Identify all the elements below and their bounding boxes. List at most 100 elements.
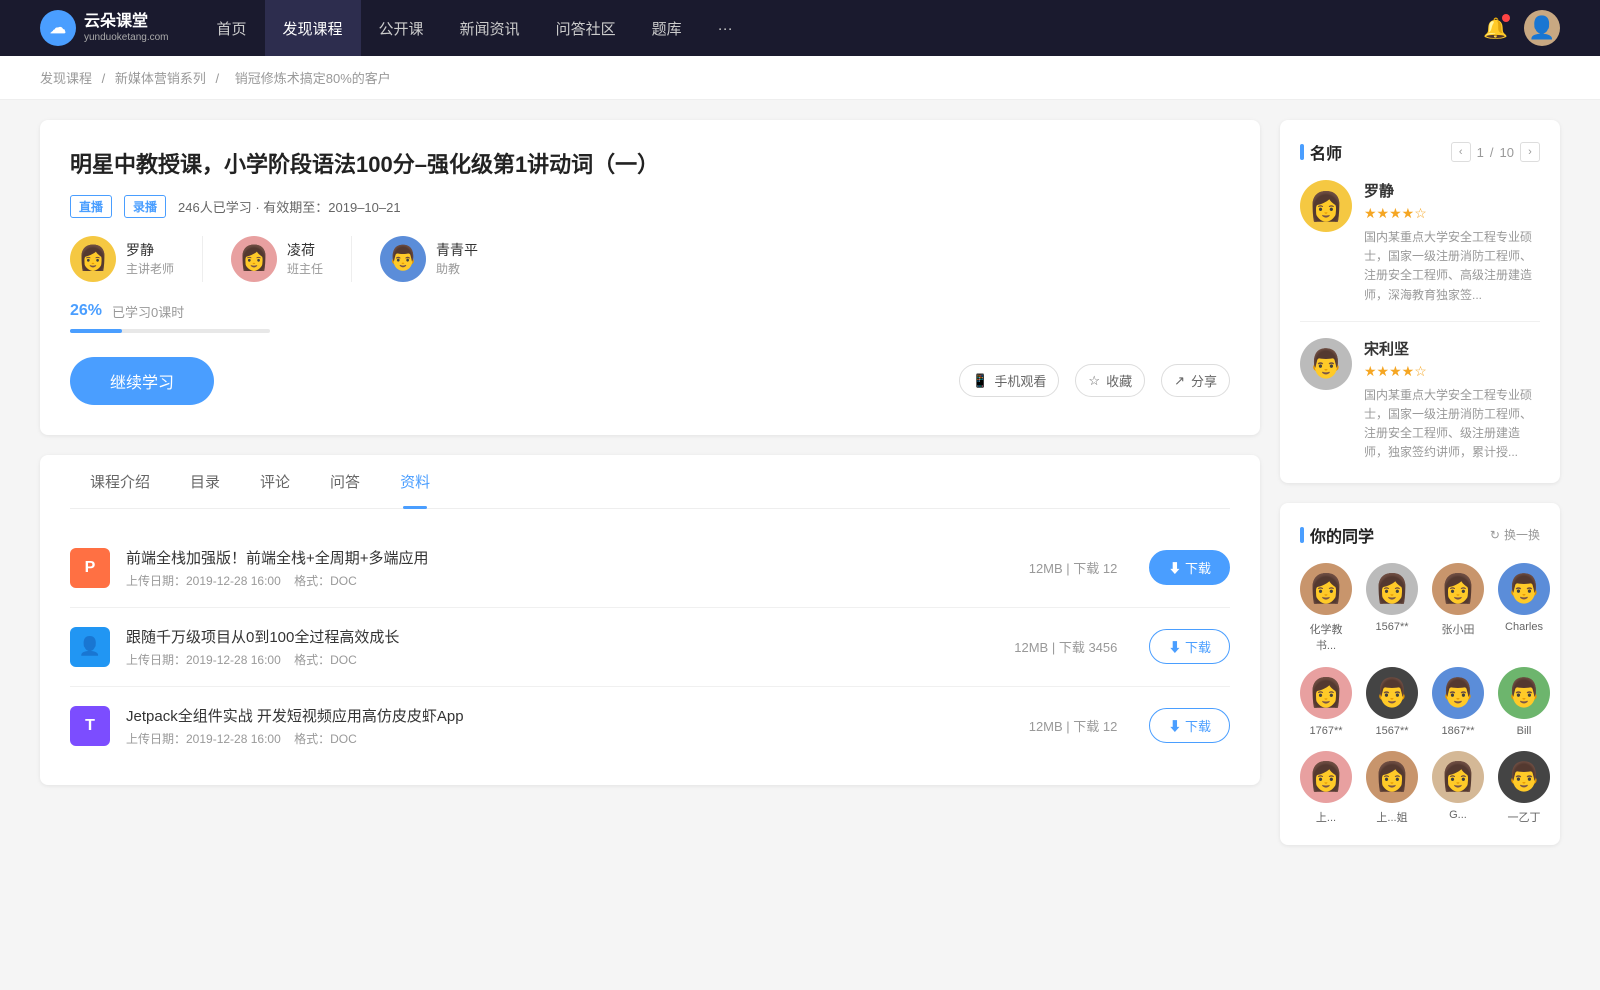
classmate-avatar-9: 👩	[1366, 751, 1418, 803]
sidebar: 名师 ‹ 1 / 10 › 👩 罗静 ★★★★☆ 国内某重点大学安全工程专业硕士…	[1280, 120, 1560, 865]
course-meta: 直播 录播 246人已学习 · 有效期至：2019–10–21	[70, 195, 1230, 218]
tab-comment[interactable]: 评论	[240, 455, 310, 508]
breadcrumb-discover[interactable]: 发现课程	[40, 71, 92, 86]
resource-icon-1: 👤	[70, 627, 110, 667]
tab-intro[interactable]: 课程介绍	[70, 455, 170, 508]
ts-avatar-0: 👩	[1300, 180, 1352, 232]
teacher-info-1: 凌荷 班主任	[287, 240, 323, 277]
star-icon: ☆	[1088, 373, 1100, 389]
download-button-1[interactable]: ⬇ 下载	[1149, 629, 1230, 664]
classmate-name-1: 1567**	[1375, 621, 1408, 633]
classmate-2[interactable]: 👩 张小田	[1432, 563, 1484, 653]
classmate-1[interactable]: 👩 1567**	[1366, 563, 1418, 653]
ts-info-0: 罗静 ★★★★☆ 国内某重点大学安全工程专业硕士，国家一级注册消防工程师、注册安…	[1364, 180, 1540, 305]
teacher-info-0: 罗静 主讲老师	[126, 240, 174, 277]
tab-catalog[interactable]: 目录	[170, 455, 240, 508]
classmate-10[interactable]: 👩 G...	[1432, 751, 1484, 825]
resource-info-1: 跟随千万级项目从0到100全过程高效成长 上传日期：2019-12-28 16:…	[126, 626, 998, 668]
download-button-0[interactable]: ⬇ 下载	[1149, 550, 1230, 585]
classmate-4[interactable]: 👩 1767**	[1300, 667, 1352, 737]
breadcrumb-current: 销冠修炼术搞定80%的客户	[235, 71, 391, 86]
classmate-3[interactable]: 👨 Charles	[1498, 563, 1550, 653]
resource-info-2: Jetpack全组件实战 开发短视频应用高仿皮皮虾App 上传日期：2019-1…	[126, 705, 1013, 747]
course-card: 明星中教授课，小学阶段语法100分–强化级第1讲动词（一） 直播 录播 246人…	[40, 120, 1260, 435]
refresh-classmates[interactable]: ↻ 换一换	[1490, 526, 1540, 543]
classmate-avatar-11: 👨	[1498, 751, 1550, 803]
share-button[interactable]: ↗ 分享	[1161, 364, 1230, 397]
mobile-watch-button[interactable]: 📱 手机观看	[959, 364, 1059, 397]
collect-button[interactable]: ☆ 收藏	[1075, 364, 1145, 397]
mobile-label: 手机观看	[994, 371, 1046, 390]
teacher-2: 👨 青青平 助教	[380, 236, 478, 282]
progress-section: 26% 已学习0课时	[70, 302, 1230, 333]
classmate-name-9: 上...姐	[1376, 809, 1407, 825]
action-buttons: 📱 手机观看 ☆ 收藏 ↗ 分享	[959, 364, 1230, 397]
main-content: 明星中教授课，小学阶段语法100分–强化级第1讲动词（一） 直播 录播 246人…	[40, 120, 1260, 865]
logo[interactable]: ☁ 云朵课堂 yunduoketang.com	[40, 10, 169, 46]
logo-icon: ☁	[40, 10, 76, 46]
progress-label: 26% 已学习0课时	[70, 302, 1230, 321]
nav-discover[interactable]: 发现课程	[265, 0, 361, 56]
classmate-8[interactable]: 👩 上...	[1300, 751, 1352, 825]
navbar: ☁ 云朵课堂 yunduoketang.com 首页 发现课程 公开课 新闻资讯…	[0, 0, 1600, 56]
classmate-avatar-0: 👩	[1300, 563, 1352, 615]
teacher-avatar-1: 👩	[231, 236, 277, 282]
teachers-card-header: 名师 ‹ 1 / 10 ›	[1300, 140, 1540, 164]
nav-home[interactable]: 首页	[199, 0, 265, 56]
tabs-header: 课程介绍 目录 评论 问答 资料	[70, 455, 1230, 509]
progress-bar-bg	[70, 329, 270, 333]
classmate-name-7: Bill	[1517, 725, 1532, 737]
classmate-9[interactable]: 👩 上...姐	[1366, 751, 1418, 825]
page-next[interactable]: ›	[1520, 142, 1540, 162]
tabs-card: 课程介绍 目录 评论 问答 资料 P 前端全栈加强版！前端全栈+全周期+多端应用…	[40, 455, 1260, 785]
notification-dot	[1502, 14, 1510, 22]
continue-button[interactable]: 继续学习	[70, 357, 214, 405]
nav-open[interactable]: 公开课	[361, 0, 442, 56]
classmate-avatar-8: 👩	[1300, 751, 1352, 803]
classmate-7[interactable]: 👨 Bill	[1498, 667, 1550, 737]
main-layout: 明星中教授课，小学阶段语法100分–强化级第1讲动词（一） 直播 录播 246人…	[0, 100, 1600, 885]
resource-icon-2: T	[70, 706, 110, 746]
nav-exam[interactable]: 题库	[634, 0, 700, 56]
classmate-0[interactable]: 👩 化学教书...	[1300, 563, 1352, 653]
classmate-11[interactable]: 👨 一乙丁	[1498, 751, 1550, 825]
tab-qa[interactable]: 问答	[310, 455, 380, 508]
nav-news[interactable]: 新闻资讯	[442, 0, 538, 56]
classmate-6[interactable]: 👨 1867**	[1432, 667, 1484, 737]
pagination: ‹ 1 / 10 ›	[1451, 142, 1540, 162]
classmate-5[interactable]: 👨 1567**	[1366, 667, 1418, 737]
classmate-avatar-1: 👩	[1366, 563, 1418, 615]
ts-stars-0: ★★★★☆	[1364, 205, 1540, 222]
refresh-icon: ↻	[1490, 528, 1500, 542]
breadcrumb: 发现课程 / 新媒体营销系列 / 销冠修炼术搞定80%的客户	[0, 56, 1600, 100]
share-icon: ↗	[1174, 373, 1185, 389]
classmate-avatar-5: 👨	[1366, 667, 1418, 719]
resource-stats-0: 12MB | 下载 12	[1029, 558, 1118, 577]
nav-qa[interactable]: 问答社区	[538, 0, 634, 56]
teacher-name-1: 凌荷	[287, 240, 323, 260]
teacher-name-2: 青青平	[436, 240, 478, 260]
download-button-2[interactable]: ⬇ 下载	[1149, 708, 1230, 743]
nav-more[interactable]: ···	[700, 0, 751, 56]
resource-name-0: 前端全栈加强版！前端全栈+全周期+多端应用	[126, 547, 1013, 568]
page-prev[interactable]: ‹	[1451, 142, 1471, 162]
refresh-label: 换一换	[1504, 526, 1540, 543]
classmate-name-0: 化学教书...	[1300, 621, 1352, 653]
bell-icon[interactable]: 🔔	[1483, 16, 1508, 41]
page-current: 1	[1477, 145, 1484, 160]
classmate-name-11: 一乙丁	[1508, 809, 1541, 825]
classmate-name-5: 1567**	[1375, 725, 1408, 737]
classmate-avatar-2: 👩	[1432, 563, 1484, 615]
breadcrumb-series[interactable]: 新媒体营销系列	[115, 71, 206, 86]
resource-meta-2: 上传日期：2019-12-28 16:00 格式：DOC	[126, 730, 1013, 747]
progress-percent: 26%	[70, 302, 102, 320]
collect-label: 收藏	[1106, 371, 1132, 390]
teacher-divider-2	[351, 236, 352, 282]
ts-info-1: 宋利坚 ★★★★☆ 国内某重点大学安全工程专业硕士，国家一级注册消防工程师、注册…	[1364, 338, 1540, 463]
teacher-info-2: 青青平 助教	[436, 240, 478, 277]
teachers-section: 👩 罗静 主讲老师 👩 凌荷 班主任	[70, 236, 1230, 282]
resource-name-1: 跟随千万级项目从0到100全过程高效成长	[126, 626, 998, 647]
tab-resources[interactable]: 资料	[380, 455, 450, 508]
user-avatar-nav[interactable]: 👤	[1524, 10, 1560, 46]
progress-bar-fill	[70, 329, 122, 333]
